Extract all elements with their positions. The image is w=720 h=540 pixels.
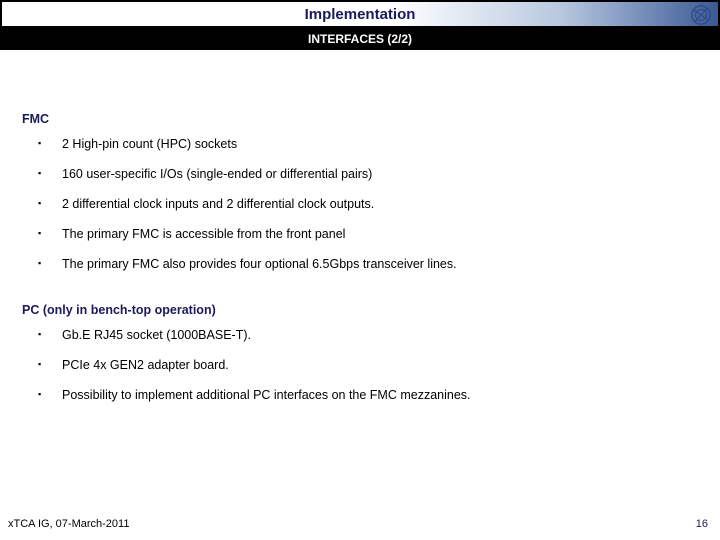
footer: xTCA IG, 07-March-2011 16 — [8, 518, 708, 530]
slide-title: Implementation — [305, 6, 416, 23]
slide-subtitle: INTERFACES (2/2) — [308, 32, 412, 46]
list-item: The primary FMC is accessible from the f… — [38, 226, 698, 243]
slide-content: FMC 2 High-pin count (HPC) sockets 160 u… — [0, 50, 720, 404]
footer-left-text: xTCA IG, 07-March-2011 — [8, 518, 129, 530]
list-item: PCIe 4x GEN2 adapter board. — [38, 357, 698, 374]
list-item: 160 user-specific I/Os (single-ended or … — [38, 166, 698, 183]
list-item: Possibility to implement additional PC i… — [38, 387, 698, 404]
list-item: The primary FMC also provides four optio… — [38, 256, 698, 273]
subtitle-bar: INTERFACES (2/2) — [0, 28, 720, 50]
list-item: Gb.E RJ45 socket (1000BASE-T). — [38, 327, 698, 344]
list-item: 2 differential clock inputs and 2 differ… — [38, 196, 698, 213]
bullet-list-pc: Gb.E RJ45 socket (1000BASE-T). PCIe 4x G… — [22, 327, 698, 404]
list-item: 2 High-pin count (HPC) sockets — [38, 136, 698, 153]
cern-logo-icon — [690, 4, 712, 26]
page-number: 16 — [696, 518, 708, 530]
bullet-list-fmc: 2 High-pin count (HPC) sockets 160 user-… — [22, 136, 698, 272]
section-heading-fmc: FMC — [22, 112, 698, 126]
title-bar: Implementation — [0, 0, 720, 28]
section-heading-pc: PC (only in bench-top operation) — [22, 303, 698, 317]
